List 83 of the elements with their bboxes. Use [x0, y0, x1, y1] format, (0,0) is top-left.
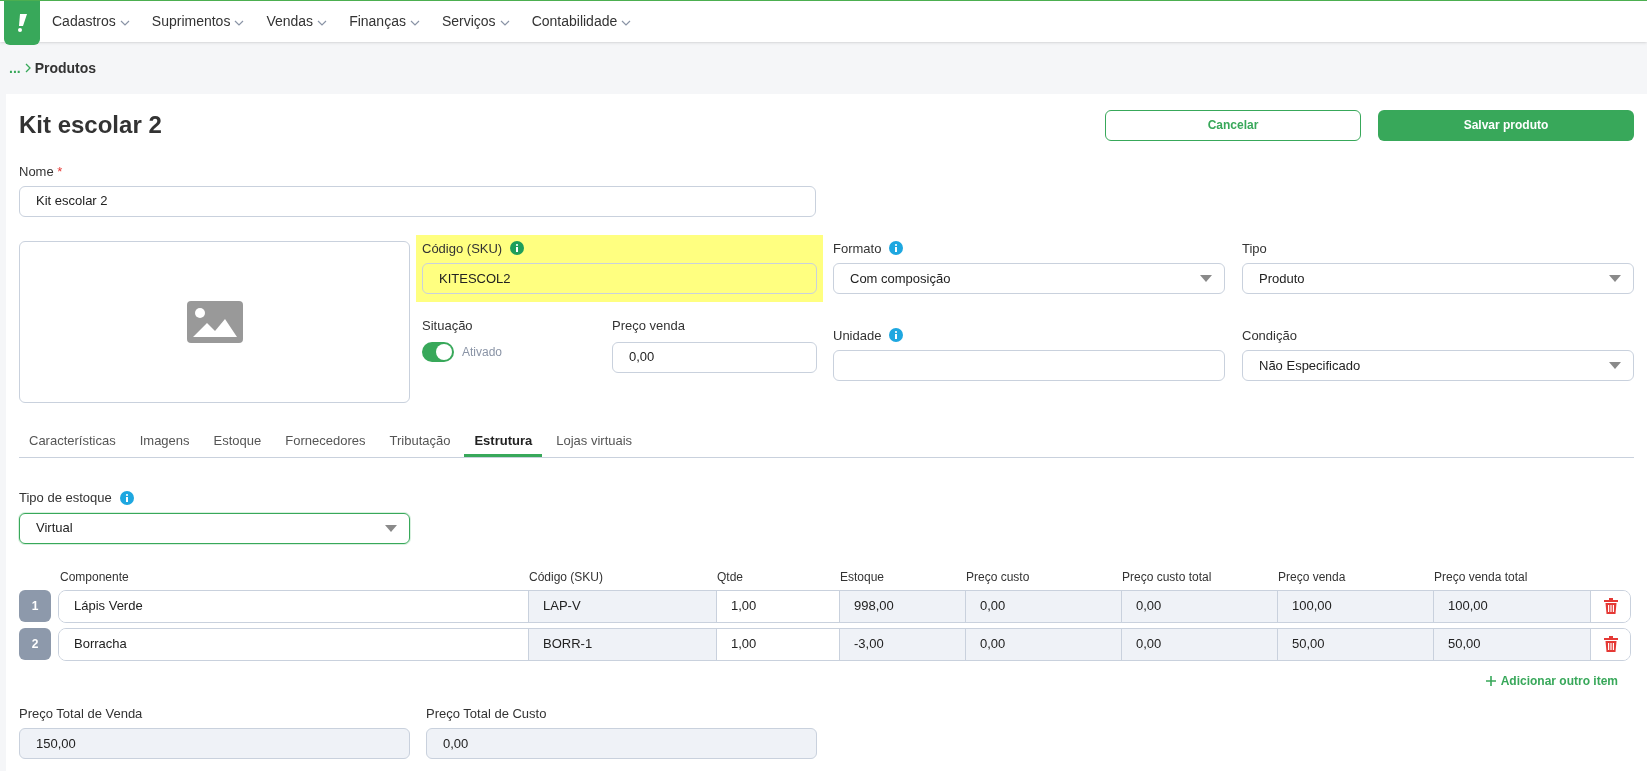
stock-type-select[interactable]: Virtual [19, 512, 410, 544]
table-cell: 0,00 [1121, 590, 1277, 622]
nav-menu[interactable]: Cadastros [52, 10, 130, 32]
column-header: Preço venda [1277, 568, 1347, 586]
field-label: Tipo [1242, 239, 1268, 258]
tab[interactable]: Estrutura [464, 430, 543, 457]
column-header: Componente [59, 568, 130, 586]
tab[interactable]: Estoque [213, 430, 262, 457]
field-label: Situação [422, 317, 474, 335]
field-label: Nome * [19, 163, 64, 181]
caret-icon [621, 20, 632, 26]
nav-menu[interactable]: Serviços [441, 10, 510, 32]
total-field: 0,00 [426, 728, 817, 759]
table-cell: 0,00 [965, 590, 1121, 622]
table-cell: 0,00 [965, 628, 1121, 660]
table-cell: 100,00 [1277, 590, 1433, 622]
caret-icon [119, 20, 130, 26]
field-label: Preço Total de Custo [426, 704, 548, 723]
unit-field[interactable] [833, 350, 1225, 381]
logo-icon[interactable] [4, 1, 40, 45]
delete-button[interactable] [1590, 628, 1630, 660]
condition-select[interactable]: Não Especificado [1242, 350, 1634, 381]
dropdown-arrow-icon [1200, 275, 1212, 282]
table-cell: LAP-V [528, 590, 716, 622]
breadcrumb-current: Produtos [34, 58, 97, 78]
caret-icon [499, 20, 510, 26]
row-number: 1 [19, 590, 51, 622]
field-label: Condição [1242, 326, 1298, 345]
sku-field[interactable]: KITESCOL2 [422, 263, 817, 294]
type-select[interactable]: Produto [1242, 263, 1634, 294]
image-icon [186, 300, 243, 343]
tab[interactable]: Imagens [139, 430, 190, 457]
name-field[interactable]: Kit escolar 2 [19, 185, 816, 217]
chevron-icon [24, 63, 31, 73]
delete-button[interactable] [1590, 590, 1630, 622]
status-text: Ativado [462, 343, 503, 361]
field-label: Preço venda [612, 317, 686, 335]
page-title: Kit escolar 2 [19, 110, 162, 140]
nav-menu[interactable]: Finanças [349, 10, 420, 32]
dropdown-arrow-icon [1609, 275, 1621, 282]
table-cell: 50,00 [1277, 628, 1433, 660]
info-icon[interactable] [510, 241, 525, 256]
row-number: 2 [19, 628, 51, 660]
total-field: 150,00 [19, 728, 410, 759]
toggle-switch[interactable] [422, 341, 454, 362]
table-cell: 0,00 [1121, 628, 1277, 660]
info-icon[interactable] [119, 490, 134, 505]
format-select[interactable]: Com composição [833, 263, 1225, 294]
table-cell: 998,00 [839, 590, 965, 622]
column-header: Preço venda total [1433, 568, 1529, 586]
tab[interactable]: Tributação [389, 430, 451, 457]
column-header: Estoque [839, 568, 886, 586]
caret-icon [409, 20, 420, 26]
field-label: Formato [833, 239, 882, 258]
column-header: Preço custo total [1121, 568, 1213, 586]
field-label: Tipo de estoque [19, 489, 112, 507]
info-icon[interactable] [889, 241, 904, 256]
dropdown-arrow-icon [385, 524, 397, 532]
caret-icon [317, 20, 328, 26]
tab[interactable]: Fornecedores [285, 430, 366, 457]
field-label: Código (SKU) [422, 239, 503, 258]
column-header: Preço custo [965, 568, 1031, 586]
field-label: Unidade [833, 326, 882, 345]
nav-menu[interactable]: Suprimentos [151, 10, 245, 32]
tab[interactable]: Lojas virtuais [556, 430, 633, 457]
trash-icon [1603, 598, 1618, 614]
column-header: Qtde [716, 568, 744, 586]
info-icon[interactable] [889, 328, 904, 343]
trash-icon [1603, 636, 1618, 652]
nav-menu[interactable]: Contabilidade [531, 10, 632, 32]
plus-icon [1485, 675, 1496, 686]
image-placeholder[interactable] [19, 240, 410, 403]
nav-menu[interactable]: Vendas [266, 10, 328, 32]
table-cell: 100,00 [1433, 590, 1590, 622]
dropdown-arrow-icon [1609, 362, 1621, 369]
table-cell: 50,00 [1433, 628, 1590, 660]
caret-icon [234, 20, 245, 26]
table-cell: -3,00 [839, 628, 965, 660]
column-header: Código (SKU) [528, 568, 605, 586]
field-label: Preço Total de Venda [19, 704, 144, 723]
table-cell: BORR-1 [528, 628, 716, 660]
tab[interactable]: Características [29, 430, 116, 457]
price-field[interactable]: 0,00 [612, 341, 817, 373]
